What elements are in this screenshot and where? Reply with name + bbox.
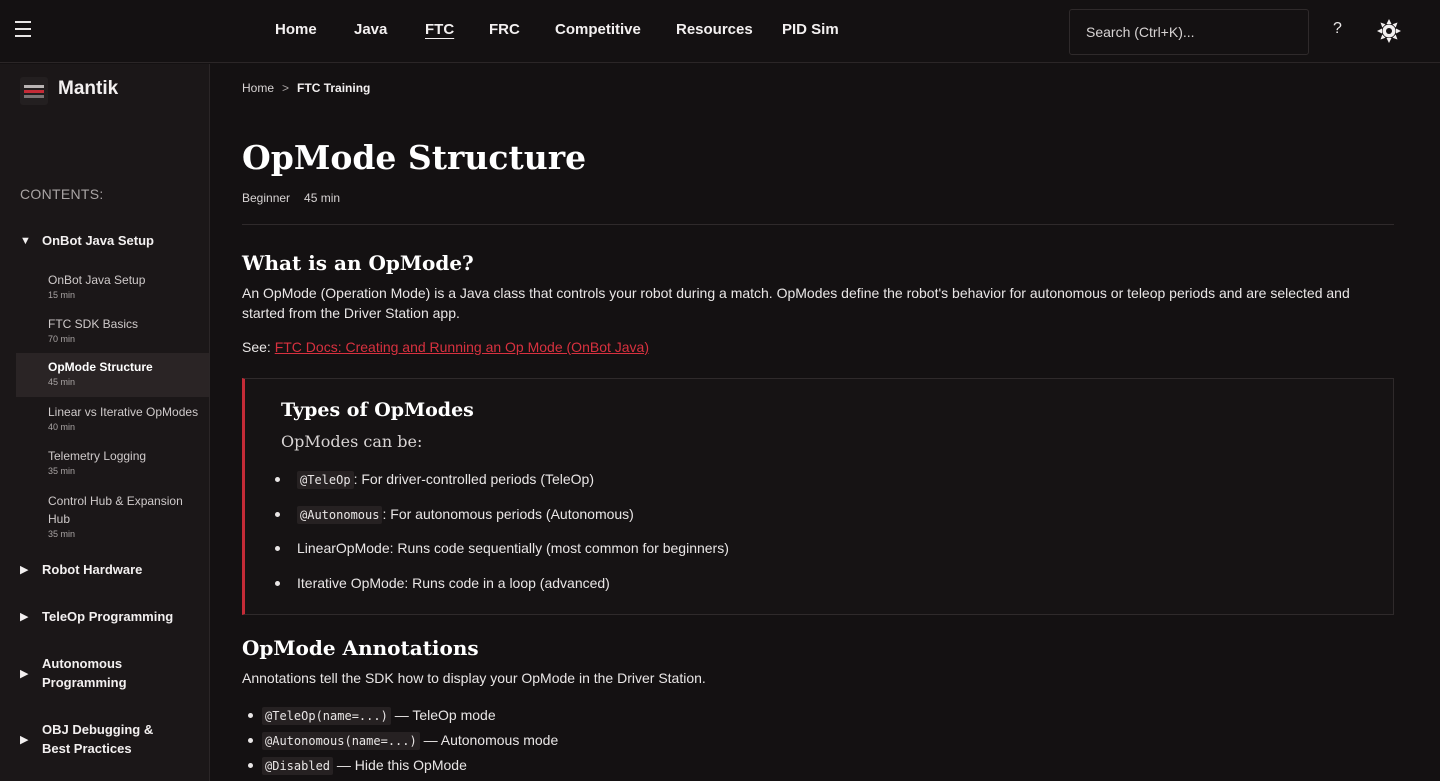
divider <box>242 224 1394 225</box>
triangle-right-icon: ▶ <box>20 611 29 623</box>
nav-java[interactable]: Java <box>354 21 387 38</box>
list-item: @Autonomous: For autonomous periods (Aut… <box>275 502 729 537</box>
breadcrumb-current: FTC Training <box>297 81 371 95</box>
sidebar-lesson-opmode-structure[interactable]: OpMode Structure 45 min <box>16 353 209 397</box>
search-input[interactable]: Search (Ctrl+K)... <box>1069 9 1309 55</box>
breadcrumb-home[interactable]: Home <box>242 81 274 95</box>
what-is-body: An OpMode (Operation Mode) is a Java cla… <box>242 285 1350 321</box>
list-item: @Disabled — Hide this OpMode <box>247 754 558 779</box>
section-heading-annotations: OpMode Annotations <box>242 636 479 660</box>
triangle-right-icon: ▶ <box>20 667 29 680</box>
sun-icon[interactable] <box>1376 18 1402 44</box>
section-heading-what-is: What is an OpMode? <box>242 251 474 275</box>
nav-ftc[interactable]: FTC <box>425 21 454 38</box>
lesson-meta: Beginner 45 min <box>242 191 340 205</box>
annotations-body: Annotations tell the SDK how to display … <box>242 670 706 686</box>
list-item: @TeleOp(name=...) — TeleOp mode <box>247 704 558 729</box>
see-line: See: FTC Docs: Creating and Running an O… <box>242 339 649 355</box>
list-item: LinearOpMode: Runs code sequentially (mo… <box>275 536 729 571</box>
ftc-docs-link[interactable]: FTC Docs: Creating and Running an Op Mod… <box>275 339 649 355</box>
duration-badge: 45 min <box>304 191 341 205</box>
sidebar-section-onbot-java-setup[interactable]: ▼ OnBot Java Setup <box>20 231 182 250</box>
types-list: @TeleOp: For driver-controlled periods (… <box>275 467 729 606</box>
sidebar-section-robot-hardware[interactable]: ▶ Robot Hardware <box>20 560 182 579</box>
sidebar-section-obj-debugging[interactable]: ▶ OBJ Debugging & Best Practices <box>20 720 182 758</box>
contents-label: CONTENTS: <box>20 186 104 202</box>
sidebar-lesson-ftc-sdk-basics[interactable]: FTC SDK Basics 70 min <box>16 314 209 352</box>
sidebar-section-autonomous-programming[interactable]: ▶ Autonomous Programming <box>20 654 142 692</box>
nav-pid-sim[interactable]: PID Sim <box>782 21 839 38</box>
sidebar-section-teleop-programming[interactable]: ▶ TeleOp Programming <box>20 607 182 626</box>
page-title: OpMode Structure <box>242 138 587 177</box>
callout-subtitle: OpModes can be: <box>281 432 423 451</box>
list-item: @Autonomous(name=...) — Autonomous mode <box>247 729 558 754</box>
sidebar-lesson-control-hub[interactable]: Control Hub & Expansion Hub 35 min <box>16 491 209 543</box>
sidebar-lesson-linear-vs-iterative[interactable]: Linear vs Iterative OpModes 40 min <box>16 402 209 440</box>
nav-resources[interactable]: Resources <box>676 21 753 38</box>
breadcrumb-separator: > <box>282 81 290 95</box>
callout-heading: Types of OpModes <box>281 399 474 421</box>
help-button[interactable]: ? <box>1333 20 1342 38</box>
types-callout: Types of OpModes OpModes can be: @TeleOp… <box>242 378 1394 615</box>
nav-home[interactable]: Home <box>275 21 317 38</box>
mantik-logo-icon[interactable] <box>20 77 48 105</box>
triangle-right-icon: ▶ <box>20 733 29 746</box>
nav-competitive[interactable]: Competitive <box>555 21 641 38</box>
sidebar-lesson-telemetry-logging[interactable]: Telemetry Logging 35 min <box>16 446 209 484</box>
hamburger-icon[interactable] <box>15 19 35 37</box>
sidebar: Mantik CONTENTS: ▼ OnBot Java Setup OnBo… <box>0 64 210 781</box>
annotations-list: @TeleOp(name=...) — TeleOp mode @Autonom… <box>247 704 558 779</box>
breadcrumb: Home > FTC Training <box>242 81 370 95</box>
triangle-right-icon: ▶ <box>20 564 29 576</box>
sidebar-lesson-onbot-java-setup[interactable]: OnBot Java Setup 15 min <box>16 270 209 308</box>
brand-name[interactable]: Mantik <box>58 78 118 100</box>
list-item: Iterative OpMode: Runs code in a loop (a… <box>275 571 729 606</box>
triangle-down-icon: ▼ <box>20 234 31 247</box>
list-item: @TeleOp: For driver-controlled periods (… <box>275 467 729 502</box>
top-bar: Home Java FTC FRC Competitive Resources … <box>0 0 1440 63</box>
level-badge: Beginner <box>242 191 291 205</box>
nav-frc[interactable]: FRC <box>489 21 520 38</box>
